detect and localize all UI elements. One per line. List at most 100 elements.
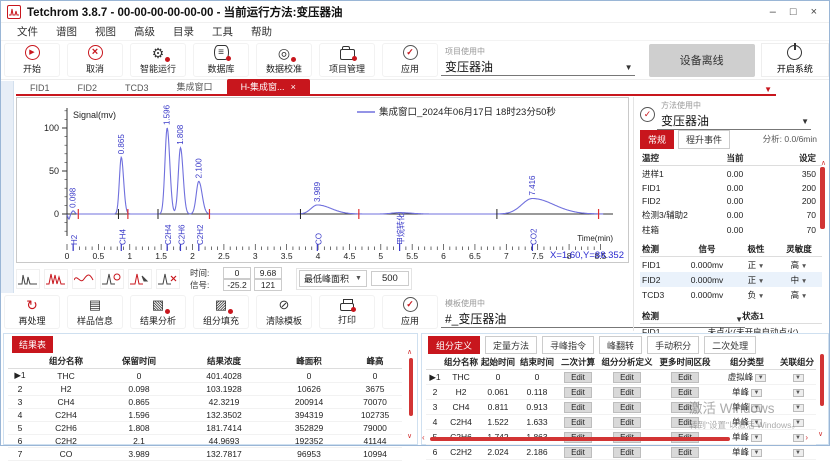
toolbar-button-result-analysis[interactable]: 结果分析 [130,295,186,329]
method-select[interactable]: 方法使用中 变压器油 ▼ [661,98,811,130]
edit-button[interactable]: Edit [671,447,699,458]
toolbar-button-play[interactable]: 开始 [4,43,60,77]
toolbar-button-reprocess[interactable]: 再处理 [4,295,60,329]
chevron-down-icon[interactable]: ▼ [756,278,764,285]
toolbar-button-sample-info[interactable]: 样品信息 [67,295,123,329]
menu-item-5[interactable]: 目录 [165,23,202,40]
menu-item-4[interactable]: 高级 [126,23,163,40]
table-row[interactable]: 7CO3.989132.78179695310994 [8,448,402,461]
min-peak-area-value[interactable]: 500 [371,271,409,286]
edit-button[interactable]: Edit [564,417,592,428]
menu-item-1[interactable]: 文件 [9,23,46,40]
toolbar-button-cancel[interactable]: 取消 [67,43,123,77]
tab-集成窗口[interactable]: 集成窗口 [163,79,227,94]
chevron-down-icon[interactable]: ▼ [793,419,804,427]
edit-button[interactable]: Edit [564,372,592,383]
edit-button[interactable]: Edit [613,417,641,428]
edit-button[interactable]: Edit [564,402,592,413]
chevron-down-icon[interactable]: ▼ [799,278,807,285]
table-row[interactable]: 4C2H41.5221.633EditEditEdit单峰▼▼ [426,415,816,430]
scroll-right-icon[interactable]: › [805,433,808,442]
method-tab-常规[interactable]: 常规 [640,130,674,149]
results-tab[interactable]: 结果表 [12,336,53,353]
time-max-field[interactable]: 9.68 [254,267,282,279]
toolbar-button-project[interactable]: 项目管理 [319,43,375,77]
signal-min-field[interactable]: -25.2 [223,279,251,291]
edit-button[interactable]: Edit [671,372,699,383]
definition-tab-二次处理[interactable]: 二次处理 [704,336,756,354]
toolbar-button-database[interactable]: 数据库 [193,43,249,77]
table-row[interactable]: 3CH40.8110.913EditEditEdit单峰▼▼ [426,400,816,415]
chromatogram-chart[interactable]: 05010000.511.522.533.544.555.566.577.588… [16,97,629,263]
maximize-button[interactable]: □ [790,6,797,18]
table-row[interactable]: 6C2H22.0242.186EditEditEdit单峰▼▼ [426,445,816,460]
peak-cursor-tool-icon[interactable] [128,269,152,289]
table-row[interactable]: 2H20.0610.118EditEditEdit单峰▼▼ [426,385,816,400]
menu-item-7[interactable]: 帮助 [243,23,280,40]
min-peak-area-select[interactable]: 最低峰面积 ▼ [299,270,367,287]
tab-active-integration-window[interactable]: H-集成窗...× [227,79,310,94]
table-row[interactable]: FID20.000mv正 ▼中 ▼ [640,272,822,287]
definition-tab-手动积分[interactable]: 手动积分 [647,336,699,354]
temp-table-scrollbar[interactable] [820,167,825,229]
toolbar-button-print[interactable]: 打印 [319,295,375,329]
edit-button[interactable]: Edit [613,447,641,458]
tab-fid1[interactable]: FID1 [16,82,64,94]
tab-overflow-icon[interactable]: ▼ [764,85,776,94]
tab-fid2[interactable]: FID2 [64,82,112,94]
table-row[interactable]: 5C2H61.808181.741435282979000 [8,422,402,435]
device-offline-button[interactable]: 设备离线 [649,44,755,77]
chevron-down-icon[interactable]: ▼ [793,449,804,457]
minimize-button[interactable]: – [770,6,776,18]
project-select[interactable]: 项目使用中 变压器油 ▼ [445,44,635,76]
edit-button[interactable]: Edit [613,372,641,383]
menu-item-6[interactable]: 工具 [204,23,241,40]
tab-close-icon[interactable]: × [291,82,296,92]
table-row[interactable]: 进样10.00350 [640,166,822,182]
scroll-down-icon[interactable]: ∨ [407,432,412,440]
edit-button[interactable]: Edit [671,402,699,413]
peak-delete-tool-icon[interactable] [156,269,180,289]
toolbar-button-apply[interactable]: 应用 [382,43,438,77]
definition-tab-组分定义[interactable]: 组分定义 [428,336,480,354]
peaks-group-tool-icon[interactable] [44,269,68,289]
scroll-left-icon[interactable]: ‹ [422,433,425,442]
table-row[interactable]: FID20.00200 [640,194,822,207]
toolbar-button-smart-run[interactable]: 智能运行 [130,43,186,77]
table-row[interactable]: 3CH40.86542.321920091470070 [8,396,402,409]
table-row[interactable]: FID10.00200 [640,181,822,194]
chevron-down-icon[interactable]: ▼ [793,389,804,397]
toolbar-button-calibration[interactable]: 数据校准 [256,43,312,77]
definitions-vertical-scrollbar[interactable]: ∨ [817,352,826,432]
wave-tool-icon[interactable] [72,269,96,289]
chevron-down-icon[interactable]: ▼ [751,449,762,457]
chevron-down-icon[interactable]: ▼ [799,293,807,300]
peak-circle-tool-icon[interactable] [100,269,124,289]
scroll-up-icon[interactable]: ∧ [821,159,826,167]
scroll-down-icon[interactable]: ∨ [818,430,823,438]
toolbar-button-component-fill[interactable]: 组分填充 [193,295,249,329]
definition-tab-寻峰指令[interactable]: 寻峰指令 [542,336,594,354]
table-row[interactable]: 4C2H41.596132.3502394319102735 [8,409,402,422]
edit-button[interactable]: Edit [564,447,592,458]
edit-button[interactable]: Edit [613,402,641,413]
signal-max-field[interactable]: 121 [254,279,282,291]
chevron-down-icon[interactable]: ▼ [751,389,762,397]
chevron-down-icon[interactable]: ▼ [751,419,762,427]
table-row[interactable]: 柱箱0.0070 [640,222,822,237]
chevron-down-icon[interactable]: ▼ [793,374,804,382]
definition-tab-峰翻转[interactable]: 峰翻转 [599,336,642,354]
menu-item-2[interactable]: 谱图 [48,23,85,40]
time-min-field[interactable]: 0 [223,267,251,279]
table-row[interactable]: ▶1THC0401.402800 [8,369,402,383]
definition-tab-定量方法[interactable]: 定量方法 [485,336,537,354]
edit-button[interactable]: Edit [671,417,699,428]
chevron-down-icon[interactable]: ▼ [756,293,764,300]
table-row[interactable]: FID10.000mv正 ▼高 ▼ [640,257,822,273]
method-tab-程升事件[interactable]: 程升事件 [678,130,730,149]
peaks-pair-tool-icon[interactable] [16,269,40,289]
power-on-button[interactable]: 开启系统 [761,43,829,77]
apply-method-icon[interactable] [640,107,655,122]
chevron-down-icon[interactable]: ▼ [756,263,764,270]
tab-tcd3[interactable]: TCD3 [111,82,163,94]
